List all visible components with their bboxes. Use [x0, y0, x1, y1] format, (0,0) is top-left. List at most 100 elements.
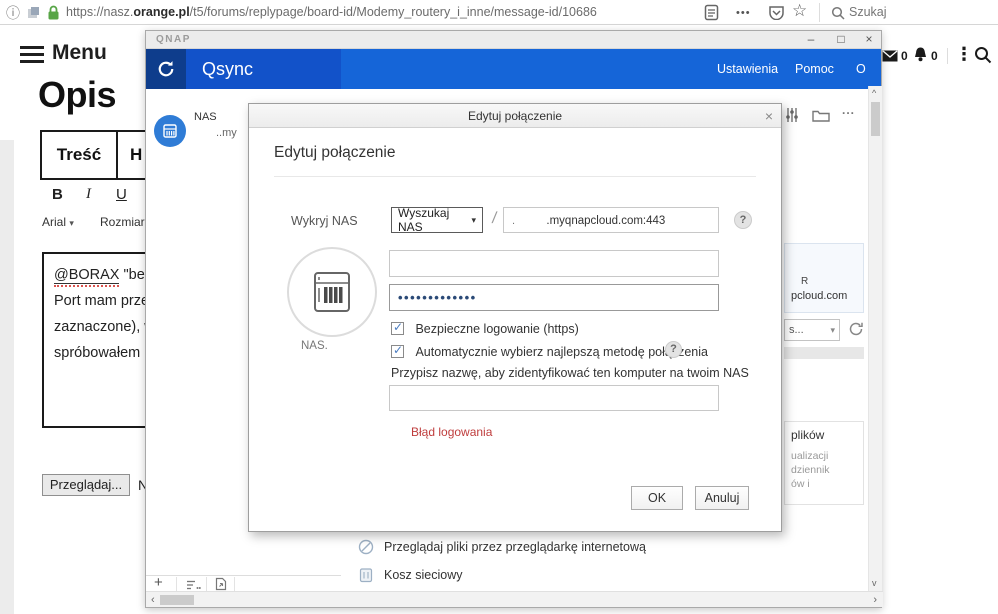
menu-label[interactable]: Menu [52, 41, 107, 65]
messages-count: 0 [901, 49, 908, 63]
pocket-icon[interactable] [768, 5, 785, 25]
maximize-button[interactable]: □ [832, 32, 850, 46]
search-icon [831, 6, 845, 25]
mention-link[interactable]: @BORAX [54, 267, 119, 284]
info-panel: plików ualizacji dziennik ów i [784, 421, 864, 505]
host-field[interactable]: . .myqnapcloud.com:443 [503, 207, 719, 233]
bookmark-star-icon[interactable]: ☆ [792, 1, 807, 21]
password-field[interactable]: ••••••••••••• [389, 284, 719, 311]
italic-button[interactable]: I [86, 186, 91, 203]
caret-down-icon: ▾ [830, 325, 835, 336]
browse-button[interactable]: Przeglądaj... [42, 474, 130, 496]
refresh-icon[interactable] [848, 321, 864, 342]
caret-down-icon: ▾ [69, 218, 74, 228]
scroll-up-icon[interactable]: ^ [872, 88, 876, 98]
panel-line: ualizacji [791, 450, 828, 462]
url-domain: orange.pl [133, 5, 189, 19]
page-margin [0, 140, 14, 614]
scroll-down-icon[interactable]: v [872, 578, 877, 588]
nas-caption: NAS. [301, 340, 328, 352]
minimize-button[interactable]: – [802, 32, 820, 46]
behind-bar [784, 347, 864, 359]
toolbar-separator [234, 577, 235, 591]
toolbar-separator [206, 577, 207, 591]
page-actions-more-icon[interactable]: ••• [736, 7, 751, 19]
host-fragment: . [504, 215, 515, 227]
sync-icon[interactable] [146, 49, 186, 89]
header-search-icon[interactable] [974, 46, 992, 69]
font-select-value: Arial [42, 215, 66, 229]
nas-item-subtitle: ..my [216, 127, 237, 139]
folder-icon[interactable] [812, 108, 830, 127]
filters-icon[interactable] [784, 107, 800, 128]
toolbar-separator [176, 577, 177, 591]
vertical-scrollbar[interactable]: ^ v [868, 86, 882, 591]
search-nas-dropdown[interactable]: Wyszukaj NAS ▾ [391, 207, 483, 233]
panel-line: plików [791, 428, 824, 442]
checkbox-checked-icon: ✓ [391, 345, 404, 358]
edit-connection-dialog: Edytuj połączenie × Edytuj połączenie Wy… [248, 103, 782, 532]
username-field[interactable] [389, 250, 719, 277]
caret-down-icon: ▾ [471, 215, 476, 226]
page-title: Opis [38, 74, 116, 116]
dialog-close-icon[interactable]: × [765, 104, 773, 128]
search-nas-dropdown-value: Wyszukaj NAS [398, 206, 471, 234]
menu-ustawienia[interactable]: Ustawienia [717, 49, 778, 89]
bell-icon[interactable] [912, 46, 929, 68]
font-select[interactable]: Arial ▾ [42, 215, 74, 229]
ok-button[interactable]: OK [631, 486, 683, 510]
bold-button[interactable]: B [52, 186, 63, 203]
nas-illustration-icon [287, 247, 377, 337]
sidebar-toolbar: + [146, 575, 341, 591]
page-action-icon[interactable] [27, 6, 40, 24]
assign-name-label: Przypisz nazwę, aby zidentyfikować ten k… [391, 366, 749, 380]
cancel-button[interactable]: Anuluj [695, 486, 749, 510]
dialog-heading: Edytuj połączenie [274, 144, 396, 162]
nas-avatar-icon [154, 115, 186, 147]
tab-tresc[interactable]: Treść [40, 130, 118, 180]
detect-nas-label: Wykryj NAS [291, 214, 358, 228]
url-prefix: https://nasz. [66, 5, 133, 19]
checkbox-https[interactable]: ✓ Bezpieczne logowanie (https) [391, 320, 579, 338]
app-name: Qsync [202, 49, 253, 89]
panel-line: dziennik [791, 464, 830, 476]
behind-dropdown-value: s... [789, 324, 804, 336]
assign-name-field[interactable] [389, 385, 719, 411]
slash-separator: / [491, 210, 498, 228]
checkbox-auto[interactable]: ✓ Automatycznie wybierz najlepszą metodę… [391, 343, 708, 361]
horizontal-scrollbar[interactable]: ‹ › [146, 591, 883, 607]
header-separator [947, 48, 948, 64]
browser-urlbar: ⓘ https://nasz.orange.pl/t5/forums/reply… [0, 0, 998, 25]
more-icon[interactable]: ... [842, 103, 855, 117]
qnap-logo: QNAP [156, 34, 191, 45]
checkbox-https-label: Bezpieczne logowanie (https) [415, 322, 578, 336]
add-connection-button[interactable]: + [154, 574, 163, 591]
dialog-divider [274, 176, 756, 177]
host-value: .myqnapcloud.com:443 [518, 215, 665, 227]
card-domain: pcloud.com [791, 290, 847, 302]
help-icon[interactable]: ? [665, 341, 682, 358]
lock-icon[interactable] [47, 5, 60, 25]
menu-pomoc[interactable]: Pomoc [795, 49, 834, 89]
kebab-menu-icon[interactable]: ⋮ [955, 44, 973, 65]
search-input[interactable] [849, 2, 989, 22]
reader-view-icon[interactable] [704, 4, 719, 26]
site-info-icon[interactable]: ⓘ [6, 3, 20, 23]
size-select[interactable]: Rozmiar [100, 215, 145, 229]
underline-button[interactable]: U [116, 186, 127, 203]
behind-dropdown[interactable]: s... ▾ [784, 319, 840, 341]
login-error-text: Błąd logowania [411, 425, 492, 439]
qnap-titlebar[interactable]: QNAP – □ × [146, 31, 881, 49]
dialog-title: Edytuj połączenie [468, 109, 562, 123]
scroll-left-icon[interactable]: ‹ [151, 594, 155, 606]
vscroll-thumb[interactable] [871, 102, 880, 136]
messages-icon[interactable] [882, 49, 898, 67]
url-text[interactable]: https://nasz.orange.pl/t5/forums/replypa… [66, 5, 597, 19]
hscroll-thumb[interactable] [160, 595, 194, 605]
dialog-titlebar[interactable]: Edytuj połączenie × [249, 104, 781, 128]
help-icon[interactable]: ? [734, 211, 752, 229]
menu-o[interactable]: O [856, 49, 866, 89]
close-button[interactable]: × [860, 32, 878, 46]
scroll-right-icon[interactable]: › [873, 594, 877, 606]
hamburger-menu-icon[interactable] [20, 46, 44, 63]
